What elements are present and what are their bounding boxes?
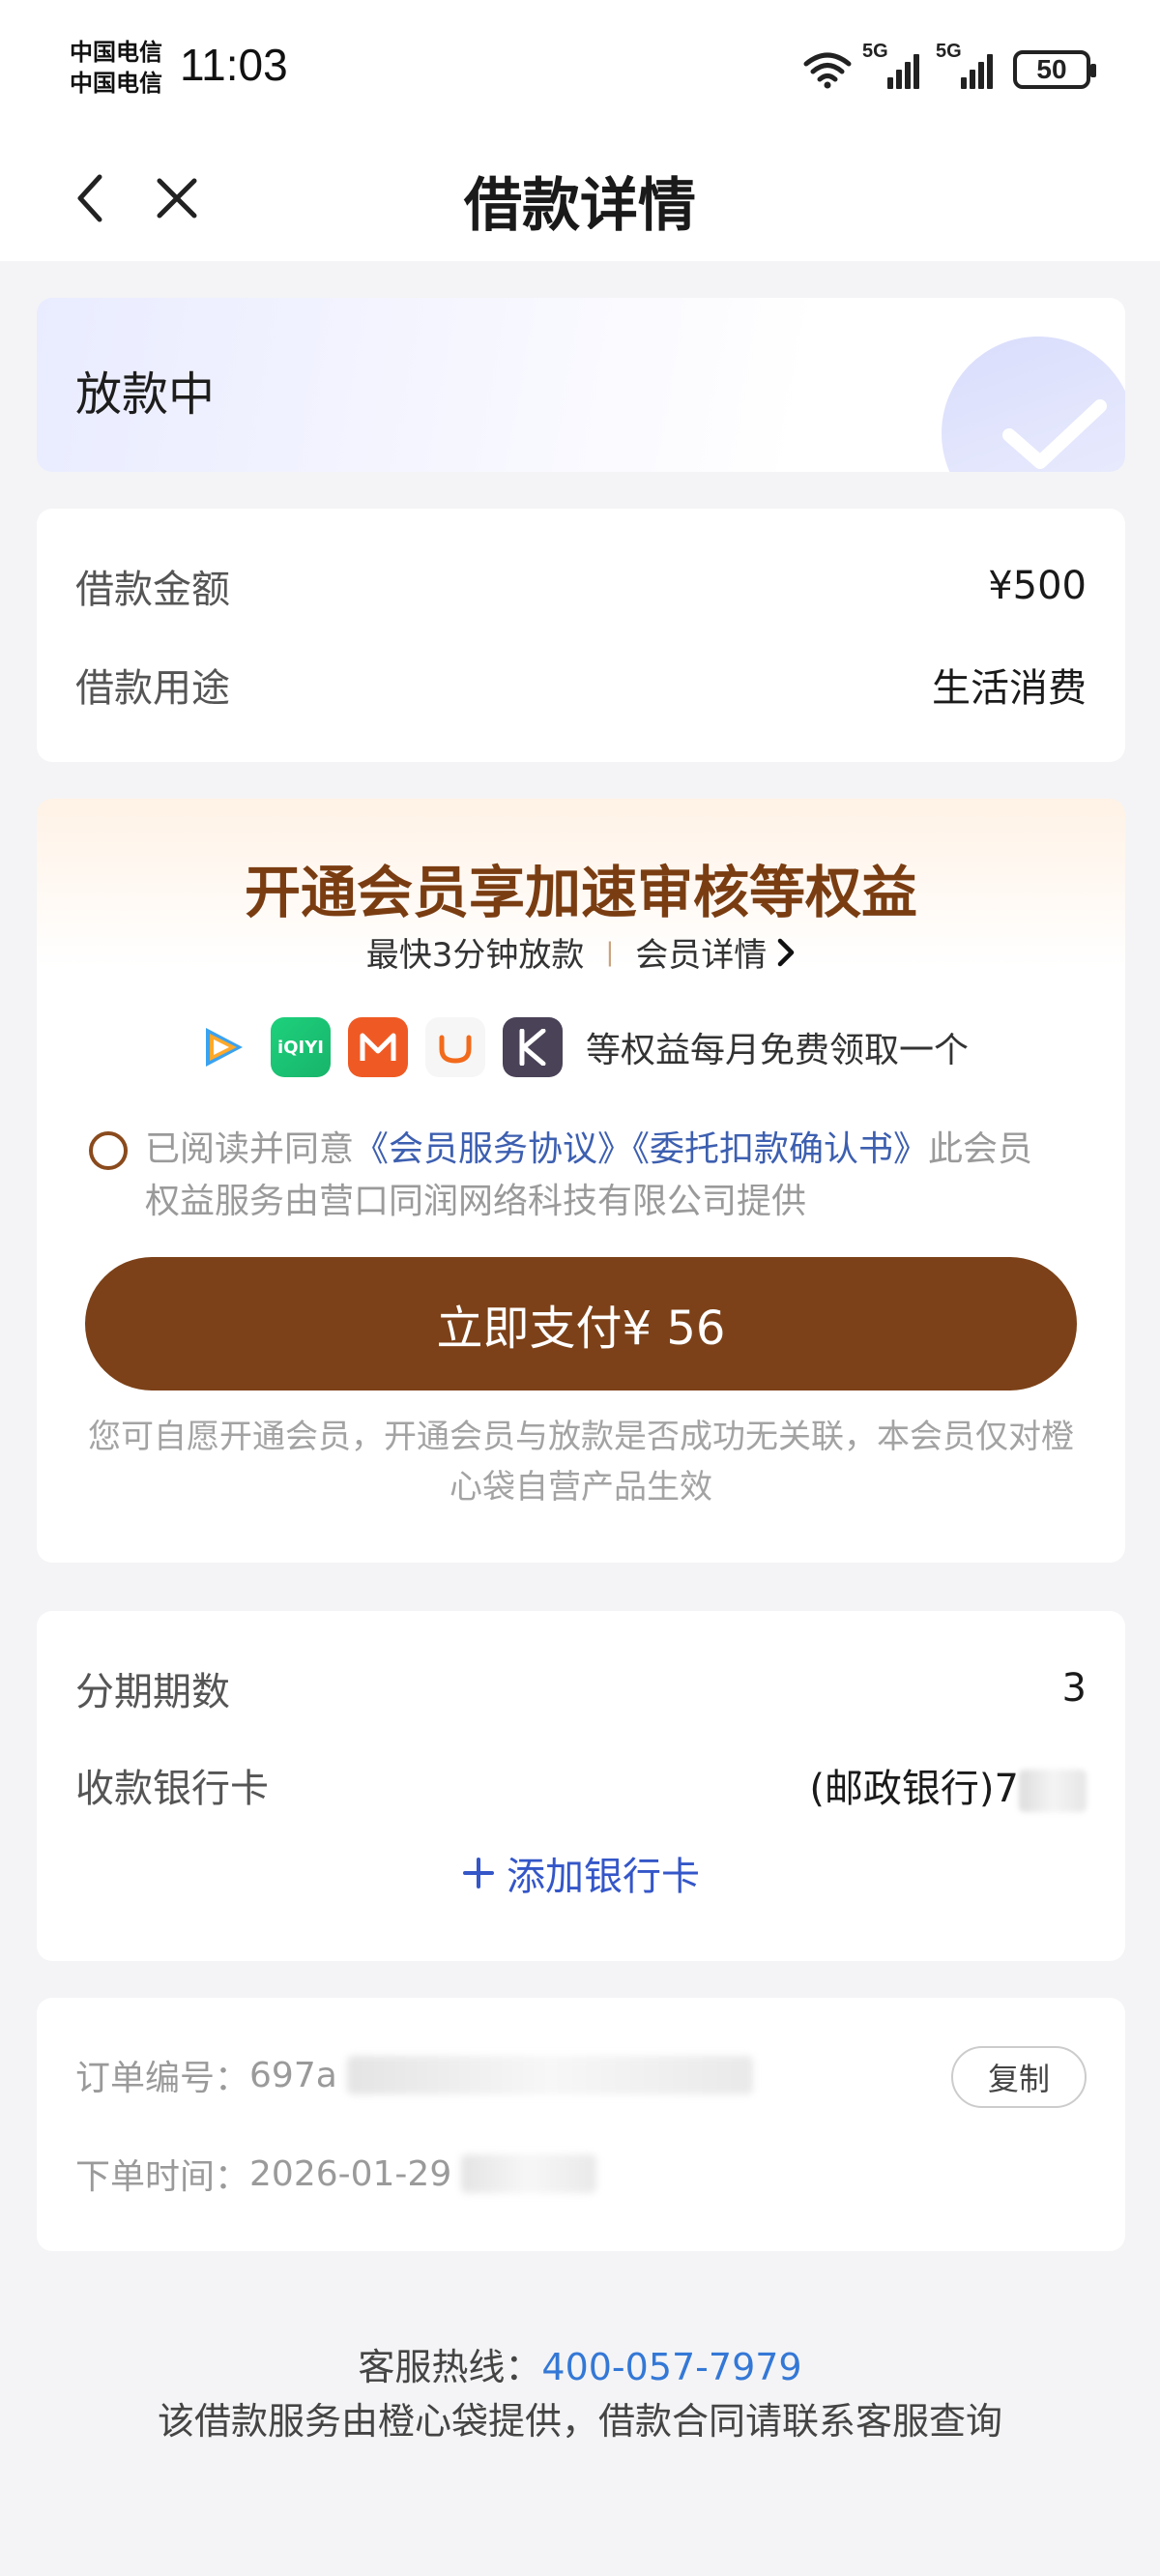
order-time-value: 2026-01-29 [249,2153,452,2194]
masked-order-time [461,2154,597,2193]
masked-card-digits [1019,1770,1087,1812]
member-service-agreement-link[interactable]: 《会员服务协议》 [354,1129,632,1169]
tencent-video-icon [192,1017,253,1077]
signal-icon-1: 5G [862,41,926,89]
order-time-row: 下单时间： 2026-01-29 [75,2145,1087,2203]
installments-value: 3 [1061,1666,1087,1711]
service-notice: 该借款服务由橙心袋提供，借款合同请联系客服查询 [157,2400,1002,2443]
hotline-label: 客服热线： [358,2346,542,2388]
copy-button[interactable]: 复制 [951,2046,1087,2108]
status-decoration [942,337,1125,472]
wifi-icon [803,52,852,89]
chevron-right-icon [777,938,795,966]
loan-status-card: 放款中 [37,298,1125,472]
membership-subline: 最快3分钟放款 | 会员详情 [37,928,1125,976]
footer: 客服热线：400-057-7979 该借款服务由橙心袋提供，借款合同请联系客服查… [0,2340,1160,2448]
purpose-value: 生活消费 [932,666,1087,711]
hotline-line: 客服热线：400-057-7979 [0,2340,1160,2394]
order-time-label: 下单时间： [75,2157,250,2197]
benefit-apps-text: 等权益每月免费领取一个 [585,1031,969,1070]
loan-status-text: 放款中 [75,367,216,422]
battery-icon: 50 [1013,50,1096,89]
loan-info-card: 借款金额 ¥500 借款用途 生活消费 [37,509,1125,762]
agree-radio[interactable] [89,1131,128,1170]
installments-label: 分期期数 [75,1670,230,1714]
order-id-label: 订单编号： [75,2059,250,2098]
agreement-text: 已阅读并同意《会员服务协议》《委托扣款确认书》此会员权益服务由营口同润网络科技有… [145,1124,1058,1228]
order-id-row: 订单编号： 697a 复制 [75,2046,1087,2108]
member-detail-label: 会员详情 [635,936,768,975]
carrier-2: 中国电信 [70,70,162,97]
status-icons: 5G 5G 50 [802,41,1096,97]
signal-icon-2: 5G [936,41,1000,89]
plus-icon [463,1858,494,1888]
loan-detail-card: 分期期数 3 收款银行卡 (邮政银行)7 添加银行卡 [37,1611,1125,1961]
page-title: 借款详情 [464,172,696,240]
add-bank-card-label: 添加银行卡 [507,1855,700,1899]
deduction-confirmation-link[interactable]: 《委托扣款确认书》 [632,1129,928,1169]
add-bank-card-button[interactable]: 添加银行卡 [37,1845,1125,1901]
check-icon [1002,399,1107,469]
agree-prefix: 已阅读并同意 [145,1129,355,1169]
amount-row: 借款金额 ¥500 [75,557,1087,615]
masked-order-id [346,2056,753,2094]
battery-level: 50 [1036,54,1067,84]
bank-card-label: 收款银行卡 [75,1767,269,1811]
benefit-apps: iQIYI 等权益每月免费领取一个 [37,1017,1125,1077]
bank-card-row[interactable]: 收款银行卡 (邮政银行)7 [75,1756,1087,1814]
pay-now-button[interactable]: 立即支付¥ 56 [85,1257,1077,1390]
amount-value: ¥500 [988,564,1087,608]
installments-row: 分期期数 3 [75,1659,1087,1717]
iqiyi-icon: iQIYI [270,1017,331,1077]
carrier-info: 中国电信 中国电信 [70,37,162,99]
bank-card-value: (邮政银行)7 [809,1757,1087,1813]
purpose-row: 借款用途 生活消费 [75,656,1087,714]
amount-label: 借款金额 [75,568,230,612]
nav-header: 借款详情 [0,135,1160,261]
status-bar: 中国电信 中国电信 11:03 5G 5G 50 [0,0,1160,135]
carrier-1: 中国电信 [70,39,162,66]
membership-card: 开通会员享加速审核等权益 最快3分钟放款 | 会员详情 iQIYI 等权益每月免… [37,799,1125,1563]
clock: 11:03 [180,40,288,90]
membership-note: 您可自愿开通会员，开通会员与放款是否成功无关联，本会员仅对橙心袋自营产品生效 [88,1418,1074,1507]
keep-icon [502,1017,563,1077]
didi-icon [424,1017,485,1077]
purpose-label: 借款用途 [75,666,230,711]
bank-card-text: (邮政银行)7 [809,1767,1019,1811]
order-id-value: 697a [249,2055,337,2095]
member-detail-link[interactable]: 会员详情 [635,928,796,976]
membership-title: 开通会员享加速审核等权益 [244,860,917,925]
agreement: 已阅读并同意《会员服务协议》《委托扣款确认书》此会员权益服务由营口同润网络科技有… [89,1124,1058,1228]
speed-text: 最快3分钟放款 [365,936,585,975]
order-info-card: 订单编号： 697a 复制 下单时间： 2026-01-29 [37,1998,1125,2251]
mango-tv-icon [347,1017,408,1077]
hotline-number[interactable]: 400-057-7979 [541,2346,801,2388]
separator: | [605,937,615,967]
